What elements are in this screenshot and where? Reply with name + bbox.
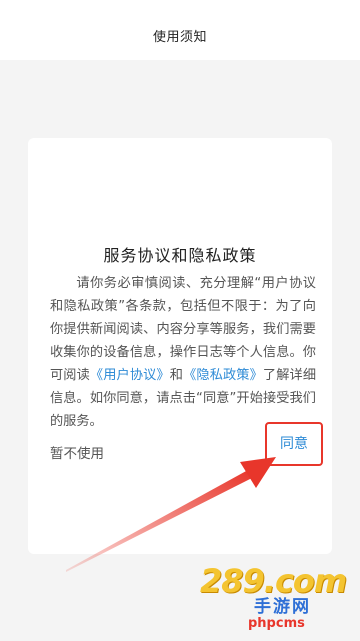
user-agreement-link[interactable]: 《用户协议》 — [90, 368, 170, 383]
page: 使用须知 服务协议和隐私政策 请你务必审慎阅读、充分理解“用户协议和隐私政策”各… — [0, 0, 360, 641]
decline-button[interactable]: 暂不使用 — [50, 442, 104, 462]
agree-button[interactable]: 同意 — [265, 422, 323, 466]
watermark-subtitle: 手游网 — [254, 597, 311, 617]
site-watermark: 289.com 手游网 phpcms — [196, 562, 347, 632]
dialog-body: 请你务必审慎阅读、充分理解“用户协议和隐私政策”各条款，包括但不限于：为了向你提… — [50, 272, 316, 433]
page-title: 使用须知 — [152, 30, 207, 45]
body-text-part1: 请你务必审慎阅读、充分理解“用户协议和隐私政策”各条款，包括但不限于：为了向你提… — [50, 276, 316, 383]
header-bar: 使用须知 — [0, 0, 360, 60]
body-text-and: 和 — [169, 368, 184, 383]
privacy-policy-link[interactable]: 《隐私政策》 — [183, 368, 263, 383]
dialog-title: 服务协议和隐私政策 — [103, 246, 257, 265]
consent-dialog: 服务协议和隐私政策 请你务必审慎阅读、充分理解“用户协议和隐私政策”各条款，包括… — [28, 138, 332, 554]
watermark-cms: phpcms — [248, 616, 305, 631]
